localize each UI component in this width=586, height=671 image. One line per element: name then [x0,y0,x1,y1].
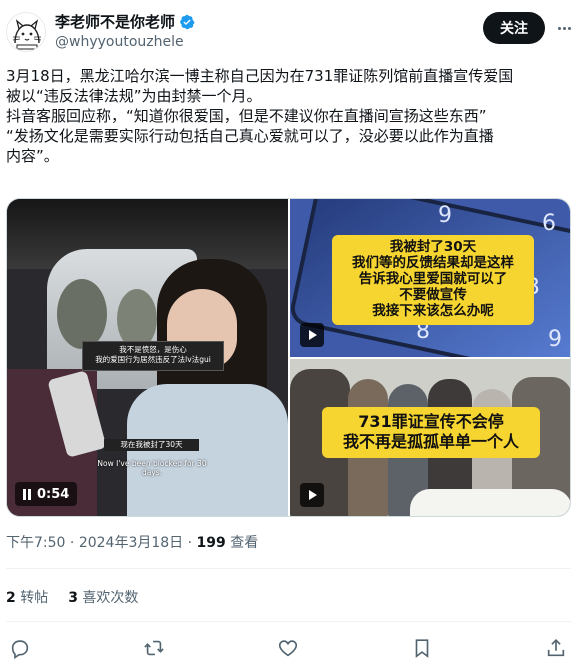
video-caption-english: Now I've been blocked for 30 days. [97,459,207,477]
reply-icon[interactable] [8,636,32,660]
more-dot [562,26,566,30]
tweet-meta: 下午7:50 · 2024年3月18日 · 199 查看 [6,534,258,552]
video-caption-subtitle: 现在我被封了30天 [104,439,199,451]
video-left[interactable]: 我不是愤怒，是伤心 我的爱国行为居然违反了法lv法gui 现在我被封了30天 N… [7,199,288,516]
quotes-count: 3 [68,590,78,606]
keypad-digit: 6 [542,211,556,236]
avatar[interactable] [6,12,46,52]
video-bottom-right[interactable]: 731罪证宣传不会停 我不再是孤孤单单一个人 [290,359,570,516]
video-duration: 0:54 [37,486,70,502]
more-options-icon[interactable] [553,17,575,39]
tree [117,289,157,349]
more-dot [567,26,571,30]
views-count: 199 [196,535,226,551]
caption-line: 我不再是孤孤单单一个人 [342,432,519,451]
tree [57,279,107,349]
tweet-date[interactable]: 2024年3月18日 [79,535,183,551]
retweet-icon[interactable] [142,636,166,660]
tweet-stats: 2 转帖 3 喜欢次数 [6,589,138,607]
keypad-digit: 9 [548,327,562,352]
play-icon[interactable] [300,323,324,347]
tweet-line: “发扬文化是需要实际行动包括自己真心爱就可以了，没必要以此作为直播 [6,127,494,145]
tweet-text: 3月18日，黑龙江哈尔滨一博主称自己因为在731罪证陈列馆前直播宣传爱国 被以“… [6,66,571,166]
caption-line: 告诉我心里爱国就可以了 [358,271,508,287]
tweet-line: 被以“违反法律法规”为由封禁一个月。 [6,87,262,105]
caption-line: 我接下来该怎么办呢 [372,303,494,319]
like-icon[interactable] [276,636,300,660]
action-bar [0,636,586,662]
caption-line: 我的爱国行为居然违反了法lv法gui [95,355,211,364]
retweets-label: 转帖 [20,590,49,606]
caption-line: 我被封了30天 [389,239,477,255]
tweet-line: 3月18日，黑龙江哈尔滨一博主称自己因为在731罪证陈列馆前直播宣传爱国 [6,67,514,85]
caption-line: 我们等的反馈结果却是这样 [352,255,514,271]
caption-line: 我不是愤怒，是伤心 [119,345,187,354]
caption-line: 不要做宣传 [399,287,467,303]
tweet-header: 李老师不是你老师 @whyyoutouzhele 关注 [0,0,586,60]
video-caption-box: 我不是愤怒，是伤心 我的爱国行为居然违反了法lv法gui [82,341,224,371]
tweet-line: 抖音客服回应称，“知道你很爱国，但是不建议你在直播间宣扬这些东西” [6,107,487,125]
author-name-row: 李老师不是你老师 [55,12,195,32]
pause-icon[interactable] [23,488,31,500]
follow-button[interactable]: 关注 [483,12,545,44]
quotes-stat[interactable]: 3 喜欢次数 [68,589,138,607]
video-top-right[interactable]: 9 6 3 8 9 我被封了30天 我们等的反馈结果却是这样 告诉我心里爱国就可… [290,199,570,357]
keypad-digit: 9 [438,203,452,228]
author-display-name[interactable]: 李老师不是你老师 [55,12,175,32]
caption-card: 731罪证宣传不会停 我不再是孤孤单单一个人 [322,407,540,458]
media-grid: 我不是愤怒，是伤心 我的爱国行为居然违反了法lv法gui 现在我被封了30天 N… [6,198,571,517]
video-controls[interactable]: 0:54 [15,482,78,506]
tweet-time[interactable]: 下午7:50 [6,535,65,551]
meta-separator: · [187,535,193,551]
quotes-label: 喜欢次数 [82,590,139,606]
play-icon[interactable] [300,483,324,507]
meta-separator: · [69,535,75,551]
caption-card: 我被封了30天 我们等的反馈结果却是这样 告诉我心里爱国就可以了 不要做宣传 我… [332,235,534,325]
verified-badge-icon [180,14,195,30]
divider [6,621,571,622]
retweets-stat[interactable]: 2 转帖 [6,589,48,607]
flowers [410,489,570,516]
divider [6,568,571,569]
bookmark-icon[interactable] [410,636,434,660]
tweet-line: 内容”。 [6,147,59,165]
sketch-cat-avatar-icon [7,13,45,51]
caption-line: 731罪证宣传不会停 [358,412,504,431]
retweets-count: 2 [6,590,16,606]
views-label: 查看 [230,535,259,551]
more-dot [557,26,561,30]
author-handle[interactable]: @whyyoutouzhele [55,33,184,51]
share-icon[interactable] [544,636,568,660]
